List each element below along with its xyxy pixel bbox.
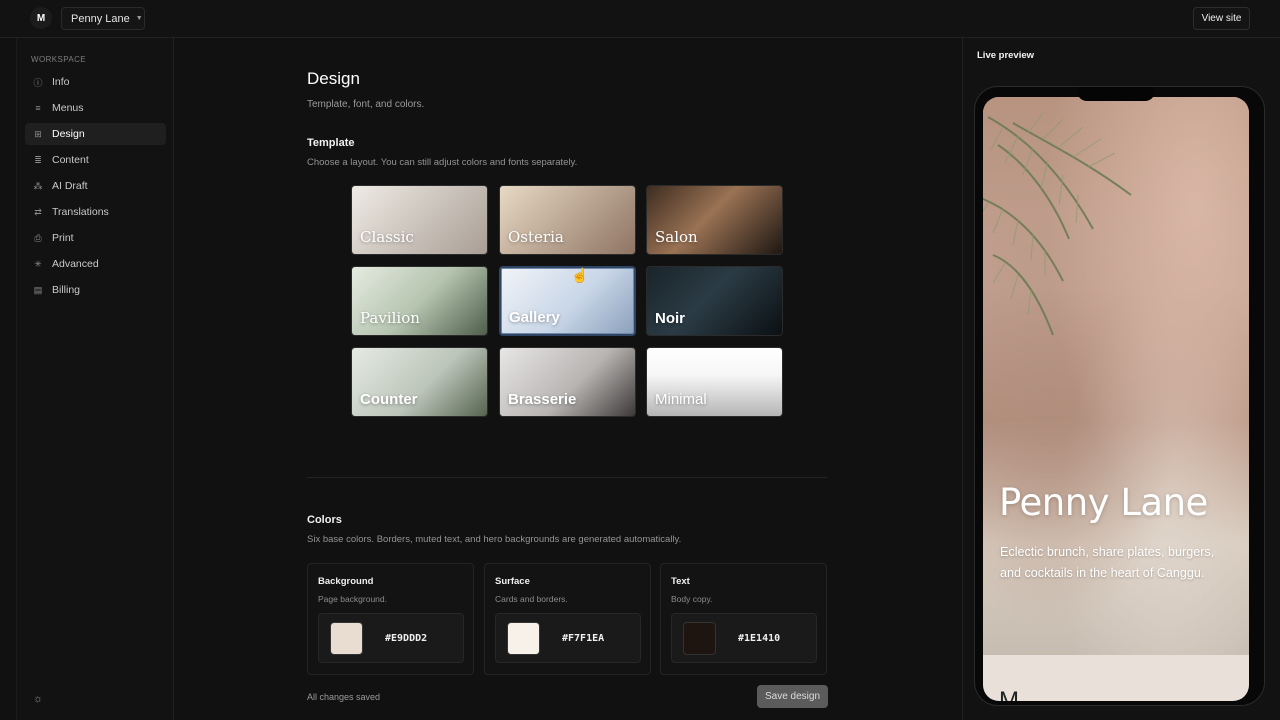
template-hint: Choose a layout. You can still adjust co… (307, 157, 578, 168)
menu-icon: ≡ (35, 103, 41, 113)
sidebar-item-ai-draft[interactable]: ⁂ AI Draft (25, 175, 166, 197)
ai-icon: ⁂ (33, 180, 43, 191)
sidebar-item-label: Advanced (52, 258, 99, 270)
live-preview-label: Live preview (977, 50, 1035, 61)
surface-color-picker[interactable]: #F7F1EA (495, 613, 641, 663)
view-site-button[interactable]: View site (1193, 7, 1250, 30)
hand-cursor-icon: ☝ (571, 267, 589, 283)
template-name: Salon (655, 228, 698, 246)
hero-subtitle: Eclectic brunch, share plates, burgers, … (1000, 545, 1215, 580)
template-card-pavilion[interactable]: Pavilion (351, 266, 488, 336)
color-swatch[interactable] (330, 622, 363, 655)
design-page: Design Template, font, and colors. Templ… (175, 38, 961, 720)
hero-title: Penny Lane (999, 481, 1208, 524)
app-logo[interactable]: M (30, 7, 52, 29)
sun-icon[interactable]: ☼ (33, 693, 43, 705)
sidebar-item-info[interactable]: ⓘ Info (25, 71, 166, 93)
color-title: Surface (495, 576, 530, 587)
sidebar-item-label: Menus (52, 102, 84, 114)
palm-leaves-image (983, 112, 1132, 336)
live-preview-panel: Live preview Penny Lane Eclectic brunch,… (962, 38, 1280, 720)
sidebar-item-print[interactable]: ⎙ Print (25, 227, 166, 249)
sidebar-item-label: Translations (52, 206, 109, 218)
phone-frame: Penny Lane Eclectic brunch, share plates… (974, 86, 1265, 706)
color-description: Page background. (318, 594, 387, 604)
section-divider (307, 477, 827, 478)
project-name: Penny Lane (71, 12, 130, 25)
template-name: Classic (360, 228, 414, 246)
sidebar-item-label: Billing (52, 284, 81, 296)
template-name: Noir (655, 310, 685, 327)
template-card-minimal[interactable]: Minimal (646, 347, 783, 417)
save-design-button[interactable]: Save design (757, 685, 828, 708)
color-hex[interactable]: #1E1410 (738, 633, 780, 644)
template-name: Pavilion (360, 309, 420, 327)
page-subtitle: Template, font, and colors. (307, 99, 425, 110)
page-title: Design (307, 69, 360, 88)
sidebar-item-label: Info (52, 76, 70, 88)
background-color-picker[interactable]: #E9DDD2 (318, 613, 464, 663)
project-switcher[interactable]: Penny Lane ▼ (61, 7, 145, 30)
color-card-text: Text Body copy. #1E1410 (660, 563, 827, 675)
menu-heading-peek: M (999, 687, 1019, 702)
sidebar-item-label: AI Draft (52, 180, 88, 192)
template-card-counter[interactable]: Counter (351, 347, 488, 417)
preview-screen[interactable]: Penny Lane Eclectic brunch, share plates… (983, 97, 1249, 701)
chevron-down-icon: ▼ (135, 15, 143, 22)
colors-heading: Colors (307, 514, 342, 526)
hero-image: Penny Lane Eclectic brunch, share plates… (983, 97, 1249, 655)
sidebar: WORKSPACE ⓘ Info ≡ Menus ⊞ Design ≣ Content … (16, 38, 174, 720)
color-hex[interactable]: #E9DDD2 (385, 633, 427, 644)
template-card-salon[interactable]: Salon (646, 185, 783, 255)
sidebar-item-label: Print (52, 232, 74, 244)
color-hex[interactable]: #F7F1EA (562, 633, 604, 644)
color-card-surface: Surface Cards and borders. #F7F1EA (484, 563, 651, 675)
sidebar-item-translations[interactable]: ⇄ Translations (25, 201, 166, 223)
sidebar-item-menus[interactable]: ≡ Menus (25, 97, 166, 119)
template-heading: Template (307, 137, 355, 149)
sidebar-item-label: Design (52, 128, 85, 140)
color-settings: Background Page background. #E9DDD2 Surf… (307, 563, 827, 675)
template-name: Counter (360, 391, 418, 408)
print-icon: ⎙ (34, 232, 42, 243)
translate-icon: ⇄ (34, 206, 42, 217)
template-name: Minimal (655, 391, 707, 408)
template-card-osteria[interactable]: Osteria (499, 185, 636, 255)
color-description: Cards and borders. (495, 594, 568, 604)
info-icon: ⓘ (33, 77, 43, 88)
content-icon: ≣ (34, 154, 42, 165)
top-bar: M Penny Lane ▼ View site (0, 0, 1280, 38)
phone-notch (1077, 87, 1155, 101)
sidebar-item-content[interactable]: ≣ Content (25, 149, 166, 171)
sidebar-item-label: Content (52, 154, 89, 166)
sidebar-item-advanced[interactable]: ✳ Advanced (25, 253, 166, 275)
template-card-gallery[interactable]: Gallery (499, 266, 636, 336)
template-name: Osteria (508, 228, 564, 246)
save-status: All changes saved (307, 692, 381, 702)
color-swatch[interactable] (507, 622, 540, 655)
template-name: Gallery (509, 309, 560, 326)
gear-icon: ✳ (34, 258, 42, 269)
template-name: Brasserie (508, 391, 577, 408)
billing-icon: ▤ (33, 284, 43, 295)
workspace-label: WORKSPACE (31, 55, 87, 64)
sidebar-item-billing[interactable]: ▤ Billing (25, 279, 166, 301)
template-card-brasserie[interactable]: Brasserie (499, 347, 636, 417)
color-card-background: Background Page background. #E9DDD2 (307, 563, 474, 675)
sidebar-nav: ⓘ Info ≡ Menus ⊞ Design ≣ Content ⁂ AI Draft … (25, 71, 166, 305)
color-title: Text (671, 576, 690, 587)
sidebar-item-design[interactable]: ⊞ Design (25, 123, 166, 145)
text-color-picker[interactable]: #1E1410 (671, 613, 817, 663)
template-card-noir[interactable]: Noir (646, 266, 783, 336)
color-description: Body copy. (671, 594, 713, 604)
template-card-classic[interactable]: Classic (351, 185, 488, 255)
color-swatch[interactable] (683, 622, 716, 655)
color-title: Background (318, 576, 374, 587)
colors-hint: Six base colors. Borders, muted text, an… (307, 534, 682, 545)
grid-icon: ⊞ (34, 128, 42, 139)
